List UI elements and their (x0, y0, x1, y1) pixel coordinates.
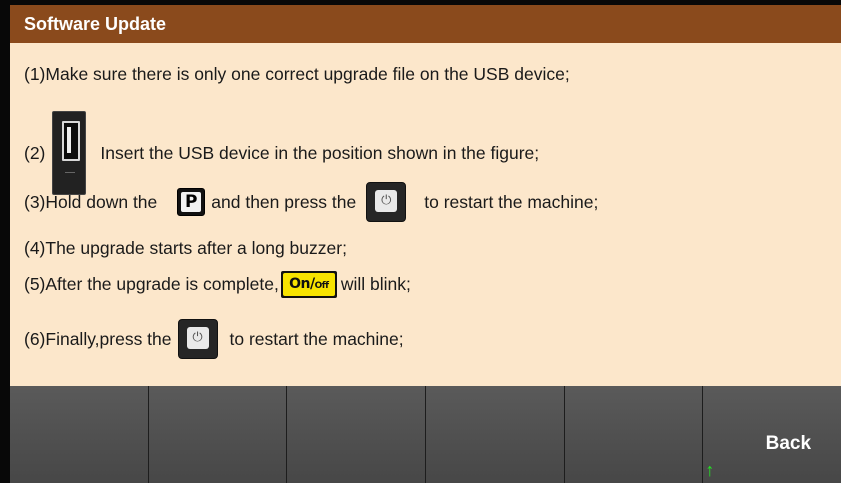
onoff-main-label: On/ (289, 276, 315, 292)
softkey-1[interactable] (10, 386, 149, 483)
return-arrow-icon: ↑ (705, 460, 715, 480)
onoff-key-icon: On/Off (280, 271, 337, 298)
page-title: Software Update (10, 5, 841, 43)
step-5-prefix: (5)After the upgrade is complete, (24, 274, 279, 294)
step-6-suffix: to restart the machine; (229, 328, 404, 349)
step-3-mid: and then press the (211, 191, 357, 212)
power-key-icon: ⏻ (177, 319, 218, 359)
step-2-prefix: (2) (24, 142, 46, 163)
step-6: (6)Finally,press the ⏻ to restart the ma… (24, 319, 404, 359)
step-5: (5)After the upgrade is complete, On/Off… (24, 271, 411, 298)
step-2-text: Insert the USB device in the position sh… (100, 142, 540, 163)
step-1: (1)Make sure there is only one correct u… (24, 64, 570, 85)
power-key-icon: ⏻ (366, 182, 407, 222)
step-3-suffix: to restart the machine; (424, 191, 599, 212)
step-1-text: (1)Make sure there is only one correct u… (24, 64, 570, 84)
software-update-screen: Software Update (1)Make sure there is on… (0, 0, 841, 483)
power-symbol: ⏻ (375, 190, 398, 212)
back-button[interactable]: ↑ Back (703, 386, 841, 483)
step-4-text: (4)The upgrade starts after a long buzze… (24, 238, 347, 258)
softkey-5[interactable] (564, 386, 704, 483)
instructions-panel: (1)Make sure there is only one correct u… (10, 43, 841, 386)
step-5-suffix: will blink; (340, 274, 411, 294)
step-4: (4)The upgrade starts after a long buzze… (24, 238, 347, 259)
p-key-label: P (181, 192, 202, 212)
softkey-4[interactable] (426, 386, 565, 483)
onoff-small-label: Off (314, 281, 329, 291)
step-3-prefix: (3)Hold down the (24, 191, 158, 212)
softkey-3[interactable] (287, 386, 427, 483)
step-3: (3)Hold down the P and then press the ⏻ … (24, 182, 598, 222)
step-6-prefix: (6)Finally,press the (24, 328, 172, 349)
back-label: Back (765, 433, 812, 454)
power-symbol: ⏻ (186, 327, 209, 349)
softkey-2[interactable] (148, 386, 288, 483)
p-key-icon: P (177, 188, 206, 216)
softkey-bar: ↑ Back (10, 386, 841, 483)
